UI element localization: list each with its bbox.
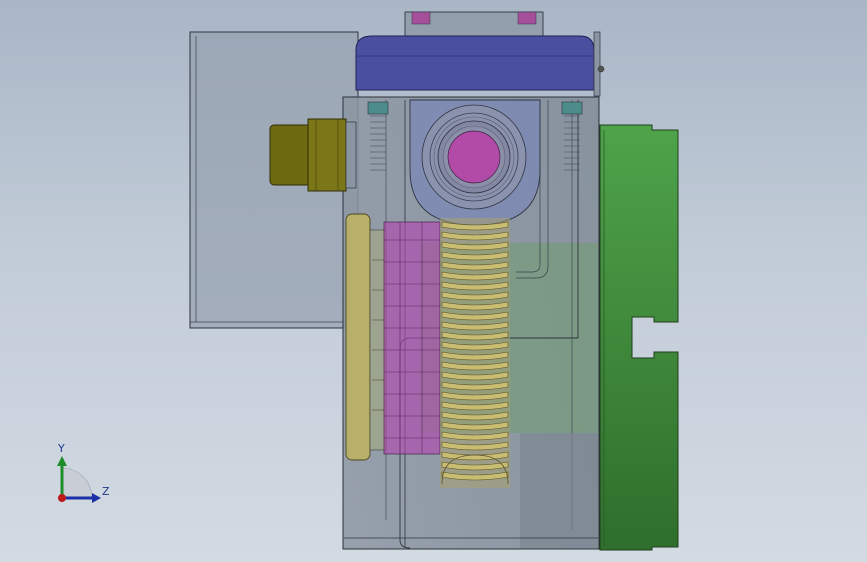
worm-screw[interactable] — [440, 218, 510, 488]
coordinate-triad: Y Z — [40, 440, 130, 520]
left-plate[interactable] — [345, 213, 387, 461]
triad-icon — [57, 456, 101, 503]
magenta-gear[interactable] — [383, 221, 441, 455]
z-axis-label: Z — [102, 485, 110, 498]
graphics-viewport[interactable]: Y Z — [0, 0, 867, 562]
bearing[interactable] — [409, 99, 541, 226]
motor-shaft[interactable] — [269, 118, 357, 192]
cad-model[interactable] — [0, 0, 867, 562]
right-flange[interactable] — [599, 124, 679, 551]
top-cover[interactable] — [355, 11, 605, 97]
y-axis-label: Y — [58, 442, 65, 455]
